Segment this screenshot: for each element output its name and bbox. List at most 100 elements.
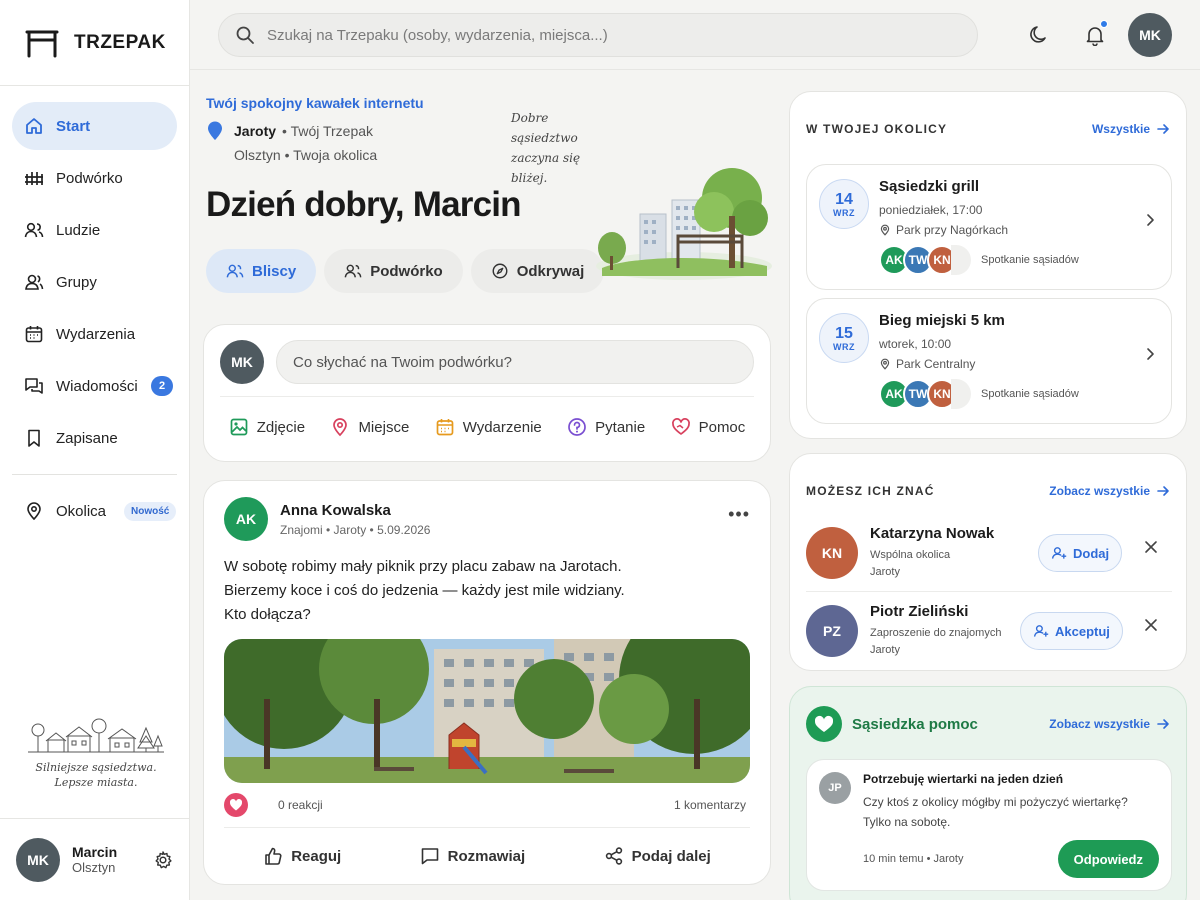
help-question: Potrzebuję wiertarki na jeden dzień (863, 772, 1064, 786)
sidebar-item-zapisane[interactable]: Zapisane (12, 414, 177, 462)
tab-bliscy[interactable]: Bliscy (206, 249, 317, 293)
sidebar-tagline-2: Lepsze miasta. (54, 776, 138, 789)
bookmark-icon (24, 428, 44, 448)
action-label: Miejsce (358, 418, 410, 436)
event-card[interactable]: 14 WRZ Sąsiedzki grill poniedziałek, 17:… (806, 164, 1172, 290)
help-request-card[interactable]: JP Potrzebuję wiertarki na jeden dzień C… (806, 759, 1172, 891)
avatar[interactable]: MK (16, 837, 60, 882)
reactions-count[interactable]: 0 reakcji (278, 798, 323, 812)
messages-count-badge: 2 (151, 376, 173, 396)
add-friend-button[interactable]: Dodaj (1038, 534, 1123, 572)
logo[interactable]: TRZEPAK (0, 0, 189, 86)
action-label: Wydarzenie (462, 418, 542, 436)
tab-label: Podwórko (370, 262, 443, 280)
tab-label: Odkrywaj (516, 262, 585, 280)
composer-event-button[interactable]: Wydarzenie (435, 417, 542, 437)
sidebar: TRZEPAK Start Podwórko Ludzie Grupy Wyda… (0, 0, 190, 900)
events-panel: W TWOJEJ OKOLICY Wszystkie 14 WRZ Sąsied… (789, 91, 1187, 439)
composer-photo-button[interactable]: Zdjęcie (229, 417, 305, 437)
avatar[interactable]: PZ (806, 605, 858, 657)
sidebar-item-grupy[interactable]: Grupy (12, 258, 177, 306)
person-suggestion: KN Katarzyna Nowak Wspólna okolica Jarot… (806, 516, 1172, 590)
location-pin-icon (330, 417, 350, 437)
heart-icon[interactable] (224, 793, 248, 817)
see-all-events-link[interactable]: Wszystkie (1092, 122, 1170, 136)
composer-place-button[interactable]: Miejsce (330, 417, 409, 437)
user-city: Olsztyn (72, 860, 116, 875)
sidebar-item-okolica[interactable]: Okolica Nowość (12, 487, 177, 535)
link-label: Wszystkie (1091, 122, 1150, 136)
sidebar-item-label: Grupy (56, 273, 97, 291)
users-icon (344, 262, 362, 280)
neighborhood-illustration: Silniejsze sąsiedztwa. Lepsze miasta. (26, 716, 166, 790)
dismiss-suggestion-button[interactable] (1144, 540, 1158, 554)
section-title: MOŻESZ ICH ZNAĆ (806, 484, 935, 498)
search-bar[interactable] (218, 13, 978, 57)
event-label: Spotkanie sąsiadów (981, 254, 1079, 266)
composer-question-button[interactable]: Pytanie (567, 417, 645, 437)
event-month: WRZ (833, 341, 855, 352)
gear-icon[interactable] (153, 850, 173, 870)
event-card[interactable]: 15 WRZ Bieg miejski 5 km wtorek, 10:00 P… (806, 298, 1172, 424)
reply-button[interactable]: Odpowiedz (1057, 840, 1159, 878)
tab-podworko[interactable]: Podwórko (324, 249, 463, 293)
comment-button[interactable]: Rozmawiaj (420, 846, 525, 866)
hero-quote: Dobre sąsiedztwo zaczyna się bliżej. (511, 111, 581, 185)
event-time: poniedziałek, 17:00 (879, 203, 983, 217)
composer-input[interactable]: Co słychać na Twoim podwórku? (276, 340, 754, 384)
person-area: Jaroty (870, 566, 900, 578)
sidebar-tagline-1: Silniejsze sąsiedztwa. (35, 761, 157, 774)
help-body-line: Tylko na sobotę. (863, 815, 951, 829)
see-all-people-link[interactable]: Zobacz wszystkie (1049, 484, 1170, 498)
topbar: MK (190, 0, 1200, 70)
sidebar-item-podworko[interactable]: Podwórko (12, 154, 177, 202)
event-place: Park Centralny (879, 357, 1079, 371)
sidebar-item-label: Ludzie (56, 221, 101, 239)
location-pin-icon (24, 501, 44, 521)
tab-odkrywaj[interactable]: Odkrywaj (470, 249, 605, 293)
button-label: Akceptuj (1055, 623, 1110, 639)
chevron-right-icon (1145, 213, 1155, 227)
search-input[interactable] (267, 26, 947, 44)
people-icon (226, 262, 244, 280)
see-all-help-link[interactable]: Zobacz wszystkie (1049, 717, 1170, 731)
location-name: Jaroty (234, 123, 277, 139)
arrow-right-icon (1156, 484, 1170, 498)
accept-friend-button[interactable]: Akceptuj (1020, 612, 1123, 650)
dismiss-suggestion-button[interactable] (1144, 618, 1158, 632)
react-button[interactable]: Reaguj (263, 846, 341, 866)
attendees-overflow (951, 379, 971, 409)
fence-icon (24, 168, 44, 188)
moon-icon[interactable] (1028, 24, 1050, 46)
sidebar-user: MK Marcin Olsztyn (0, 818, 189, 900)
post-image[interactable] (224, 639, 750, 783)
post-body: W sobotę robimy mały piknik przy placu z… (204, 541, 770, 627)
avatar[interactable]: MK (1128, 13, 1172, 57)
avatar[interactable]: AK (224, 497, 268, 541)
sidebar-item-label: Wydarzenia (56, 325, 136, 343)
close-icon (1144, 540, 1158, 554)
post-author[interactable]: Anna Kowalska (280, 502, 430, 519)
composer-help-button[interactable]: Pomoc (671, 417, 745, 437)
people-suggestions: MOŻESZ ICH ZNAĆ Zobacz wszystkie KN Kata… (789, 453, 1187, 671)
sidebar-item-wydarzenia[interactable]: Wydarzenia (12, 310, 177, 358)
more-options-icon[interactable]: ••• (728, 504, 750, 525)
event-label: Spotkanie sąsiadów (981, 388, 1079, 400)
person-name[interactable]: Piotr Zieliński (870, 603, 1001, 620)
section-title: W TWOJEJ OKOLICY (806, 122, 948, 136)
sidebar-item-ludzie[interactable]: Ludzie (12, 206, 177, 254)
new-badge: Nowość (124, 501, 177, 521)
attendees-overflow (951, 245, 971, 275)
bell-icon[interactable] (1084, 20, 1108, 46)
sidebar-divider (12, 474, 177, 475)
event-title: Bieg miejski 5 km (879, 312, 1005, 329)
compass-icon (491, 262, 509, 280)
comment-icon (420, 846, 440, 866)
sidebar-item-start[interactable]: Start (12, 102, 177, 150)
comments-count[interactable]: 1 komentarzy (674, 798, 746, 812)
heart-icon (806, 706, 842, 742)
share-button[interactable]: Podaj dalej (604, 846, 711, 866)
avatar[interactable]: KN (806, 527, 858, 579)
person-name[interactable]: Katarzyna Nowak (870, 525, 994, 542)
sidebar-item-wiadomosci[interactable]: Wiadomości 2 (12, 362, 177, 410)
